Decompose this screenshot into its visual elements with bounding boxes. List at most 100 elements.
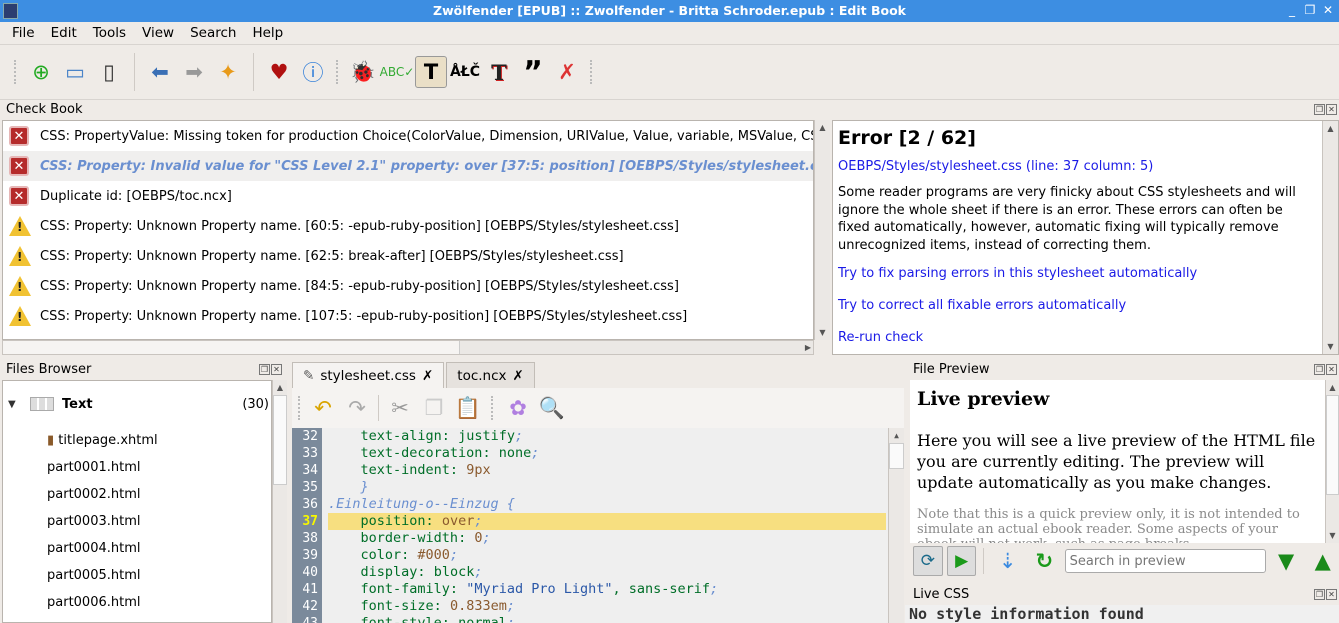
line-number: 38 [302,531,318,546]
code-token: : [417,564,434,580]
rerun-check-link[interactable]: Re-run check [838,330,1318,345]
checkpoint-icon[interactable]: ▯ [93,56,125,88]
folder-text-row[interactable]: ▼ Text (30) [3,381,271,427]
check-item[interactable]: CSS: Property: Unknown Property name. [6… [3,241,813,271]
remove-unused-icon[interactable]: ✗ [551,56,583,88]
file-item[interactable]: part0004.html [3,535,271,562]
pin-icon[interactable]: ✦ [212,56,244,88]
menu-tools[interactable]: Tools [85,22,134,44]
menu-help[interactable]: Help [244,22,291,44]
menu-edit[interactable]: Edit [43,22,85,44]
fix-all-link[interactable]: Try to correct all fixable errors automa… [838,298,1318,313]
spellcheck-icon[interactable]: ABC✓ [380,56,415,88]
float-icon[interactable]: ❐ [1314,364,1325,375]
cut-icon[interactable]: ✂ [384,392,416,424]
new-file-icon[interactable]: ⊕ [25,56,57,88]
menu-file[interactable]: File [4,22,43,44]
file-item[interactable]: part0005.html [3,562,271,589]
code-line: position: over; [328,513,886,530]
folder-name: Text [62,396,93,412]
check-item[interactable]: ✕ CSS: Property: Invalid value for "CSS L… [3,151,813,181]
tab-toc[interactable]: toc.ncx ✗ [446,362,535,388]
code-token: : [482,445,499,461]
menu-view[interactable]: View [134,22,182,44]
float-icon[interactable]: ❐ [1314,104,1325,115]
check-book-header: Check Book [0,100,1339,120]
heart-icon[interactable]: ♥ [263,56,295,88]
redo-icon[interactable]: ↷ [341,392,373,424]
file-item[interactable]: part0001.html [3,454,271,481]
expand-arrow-icon[interactable]: ▼ [8,399,26,410]
close-window-button[interactable]: ✕ [1321,3,1335,18]
line-number: 36 [302,497,318,512]
float-icon[interactable]: ❐ [259,364,270,375]
file-preview-dock-buttons: ❐ ✕ [1314,364,1337,375]
check-list-vscroll[interactable]: ▲ ▼ [814,120,830,340]
close-icon[interactable]: ✕ [1326,104,1337,115]
menu-bar: File Edit Tools View Search Help [0,22,1339,44]
character-icon[interactable]: ÅŁČ [449,56,481,88]
code-token: ; [710,581,719,597]
undo-icon[interactable]: ↶ [307,392,339,424]
fix-stylesheet-link[interactable]: Try to fix parsing errors in this styles… [838,266,1318,281]
reload-icon[interactable]: ↻ [1029,545,1060,577]
check-list-hscroll[interactable]: ▶ [2,340,814,355]
check-item[interactable]: ✕ Duplicate id: [OEBPS/toc.ncx] [3,181,813,211]
search-in-preview-input[interactable] [1064,549,1266,573]
quotes-icon[interactable]: ” [517,55,549,90]
file-item[interactable]: ▮ titlepage.xhtml [3,427,271,454]
check-item[interactable]: ✕ CSS: PropertyValue: Missing token for p… [3,121,813,151]
files-tree: ▼ Text (30) ▮ titlepage.xhtml part0001.ht… [2,380,272,623]
close-tab-icon[interactable]: ✗ [513,368,524,384]
play-icon[interactable]: ▶ [946,546,977,576]
minimize-button[interactable]: _ [1285,3,1299,18]
toolbar-grip[interactable] [14,60,18,84]
text-reports-icon[interactable]: T [415,56,447,88]
code-editor[interactable]: 32 33 34 35 36 37 38 39 40 41 4243 text-align: jus… [292,428,904,623]
app-icon[interactable] [3,3,18,19]
preview-vscroll[interactable]: ▲ ▼ [1325,380,1339,543]
image-search-icon[interactable]: 🔍 [536,392,568,424]
code-token: 0.833em [449,598,507,614]
find-previous-icon[interactable]: ▲ [1307,545,1338,577]
file-item[interactable]: part0003.html [3,508,271,535]
check-item[interactable]: CSS: Property: Unknown Property name. [1… [3,301,813,331]
line-number: 41 [302,582,318,597]
close-icon[interactable]: ✕ [1326,364,1337,375]
code-area[interactable]: text-align: justify; text-decoration: no… [328,428,886,623]
error-location-link[interactable]: OEBPS/Styles/stylesheet.css (line: 37 co… [838,159,1318,174]
check-item[interactable]: CSS: Property: Unknown Property name. [8… [3,271,813,301]
editor-vscroll[interactable]: ▲ [888,428,904,623]
copy-icon[interactable]: ❐ [418,392,450,424]
close-tab-icon[interactable]: ✗ [422,368,433,384]
help-icon[interactable]: ⓘ [297,56,329,88]
file-item[interactable]: part0006.html [3,589,271,616]
sync-icon[interactable]: ⟳ [913,546,943,576]
error-panel-vscroll[interactable]: ▲ ▼ [1322,121,1338,354]
save-icon[interactable]: ▭ [59,56,91,88]
error-icon: ✕ [9,156,29,176]
inspect-icon[interactable]: ⇣ [992,545,1023,577]
error-icon: ✕ [9,126,29,146]
close-icon[interactable]: ✕ [1326,589,1337,600]
tab-stylesheet[interactable]: ✎ stylesheet.css ✗ [292,362,445,388]
close-icon[interactable]: ✕ [271,364,282,375]
check-book-bug-icon[interactable]: 🐞 [347,56,379,88]
font-icon[interactable]: T [483,56,515,88]
float-icon[interactable]: ❐ [1314,589,1325,600]
editor-toolbar: ↶ ↷ ✂ ❐ 📋 ✿ 🔍 [292,388,904,428]
check-item[interactable]: CSS: Property: Unknown Property name. [6… [3,211,813,241]
restore-button[interactable]: ❐ [1303,3,1317,18]
forward-arrow-icon[interactable]: ➡ [178,56,210,88]
paste-icon[interactable]: 📋 [452,392,484,424]
file-item[interactable]: part0002.html [3,481,271,508]
menu-search[interactable]: Search [182,22,244,44]
back-arrow-icon[interactable]: ⬅ [144,56,176,88]
files-vscroll[interactable]: ▲ [272,380,287,623]
beautify-flower-icon[interactable]: ✿ [502,392,534,424]
file-preview-title: File Preview [913,362,990,377]
find-next-icon[interactable]: ▼ [1271,545,1302,577]
